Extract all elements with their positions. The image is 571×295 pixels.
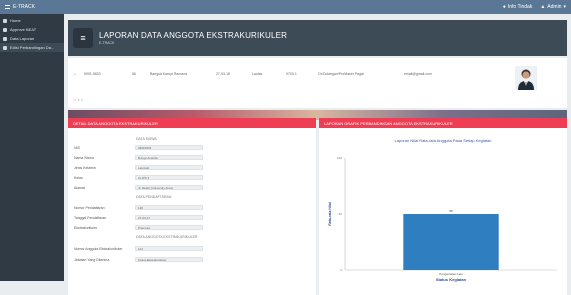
detail-card: Detail Data Anggota Ekstrakurikuler DATA… bbox=[68, 118, 316, 295]
bell-icon: ● bbox=[502, 4, 506, 10]
x-axis-label: Status Kegiatan bbox=[436, 277, 467, 282]
field-value: 121 bbox=[135, 246, 203, 251]
chart-card-header: Laporan Grafik Perbandingan Anggota Ekst… bbox=[319, 118, 567, 128]
field-value: 27-03-17 bbox=[135, 215, 203, 220]
section-data-pendaftaran: DATA PENDAFTARAN bbox=[136, 195, 172, 199]
section-data-anggota: DATA ANGGOTA EKSTRAKURIKULER bbox=[136, 235, 198, 239]
bar bbox=[403, 214, 499, 270]
person-photo-icon bbox=[518, 69, 534, 90]
sidebar: Home Approve BEAT Data Laporan Edisi Per… bbox=[0, 14, 64, 281]
field-value: 118 bbox=[135, 205, 203, 210]
bar-chart: 0 50 100 50 Pengamatan LainStatus Kegiatan Ra… bbox=[328, 156, 557, 282]
chart-icon bbox=[3, 45, 7, 50]
bar-data-label: 50 bbox=[449, 209, 453, 213]
chart-card: Laporan Grafik Perbandingan Anggota Ekst… bbox=[319, 118, 567, 295]
pagination[interactable]: < 1 > bbox=[74, 97, 83, 102]
x-tick-label: Pengamatan Lain bbox=[439, 272, 463, 276]
field-row: NIS 99015803 bbox=[74, 145, 203, 150]
summary-row: ⌕ 9901-5803 56 Bangsa Karupi Ramana 27-0… bbox=[74, 72, 432, 76]
page-title: LAPORAN DATA ANGGOTA EKSTRAKURIKULER bbox=[99, 31, 288, 40]
field-row: Nama Siswa Bunga Ananda bbox=[74, 155, 203, 160]
field-row: Jabatan Yang Diterima Ketua Ekstrakurikul… bbox=[74, 257, 203, 262]
field-row: Nomor Pendaftaran 118 bbox=[74, 205, 203, 210]
student-photo bbox=[515, 66, 537, 90]
sidebar-item-approve[interactable]: Approve BEAT bbox=[0, 25, 64, 34]
folder-icon bbox=[3, 36, 7, 41]
field-row: Nomor Anggota Ekstrakurikuler 121 bbox=[74, 246, 203, 251]
field-row: Kelas XI-IPS 2 bbox=[74, 175, 203, 180]
home-icon bbox=[3, 18, 7, 23]
user-icon: ▲ bbox=[540, 4, 546, 10]
sidebar-item-laporan[interactable]: Data Laporan bbox=[0, 34, 64, 43]
field-row: Alamat Jl. Melati (University Area) bbox=[74, 185, 203, 190]
section-data-siswa: DATA SISWA bbox=[136, 137, 157, 141]
field-value: 99015803 bbox=[135, 145, 203, 150]
brand-name: E-TRACK bbox=[13, 4, 35, 10]
user-menu[interactable]: ▲ Admin ▾ bbox=[540, 4, 566, 10]
notification-link[interactable]: ● Info Tindak bbox=[503, 4, 533, 10]
y-tick-label: 50 bbox=[339, 212, 343, 216]
y-axis-label: Rata-rata Nilai bbox=[328, 202, 332, 226]
chevron-down-icon: ▾ bbox=[563, 4, 566, 10]
main-content: ≡ LAPORAN DATA ANGGOTA EKSTRAKURIKULER E… bbox=[64, 14, 571, 295]
field-value: Jl. Melati (University Area) bbox=[135, 185, 203, 190]
field-row: Tanggal Pendaftaran 27-03-17 bbox=[74, 215, 203, 220]
brand[interactable]: E-TRACK bbox=[0, 4, 64, 10]
sidebar-item-perbandingan[interactable]: Edisi Perbandingan Da... bbox=[0, 43, 64, 52]
field-value: Pramuka bbox=[135, 225, 203, 230]
field-value: XI-IPS 2 bbox=[135, 175, 203, 180]
summary-card: ⌕ 9901-5803 56 Bangsa Karupi Ramana 27-0… bbox=[68, 58, 567, 108]
field-value: Ketua Ekstrakurikuler bbox=[135, 257, 203, 262]
menu-toggle-icon[interactable] bbox=[5, 5, 10, 9]
field-row: Ekstrakurikuler Pramuka bbox=[74, 225, 203, 230]
detail-card-header: Detail Data Anggota Ekstrakurikuler bbox=[68, 118, 316, 128]
y-tick-label: 0 bbox=[340, 268, 342, 272]
sidebar-item-home[interactable]: Home bbox=[0, 16, 64, 25]
field-value: Laki-laki bbox=[135, 165, 203, 170]
field-value: Bunga Ananda bbox=[135, 155, 203, 160]
search-icon[interactable]: ⌕ bbox=[74, 72, 76, 76]
page-subtitle: E-TRACK bbox=[99, 41, 115, 45]
report-icon: ≡ bbox=[73, 28, 93, 48]
page-header: ≡ LAPORAN DATA ANGGOTA EKSTRAKURIKULER E… bbox=[68, 20, 567, 56]
y-tick-label: 100 bbox=[337, 156, 342, 160]
check-icon bbox=[3, 27, 7, 32]
field-row: Jenis Kelamin Laki-laki bbox=[74, 165, 203, 170]
top-navbar: E-TRACK ● Info Tindak ▲ Admin ▾ bbox=[0, 0, 571, 14]
